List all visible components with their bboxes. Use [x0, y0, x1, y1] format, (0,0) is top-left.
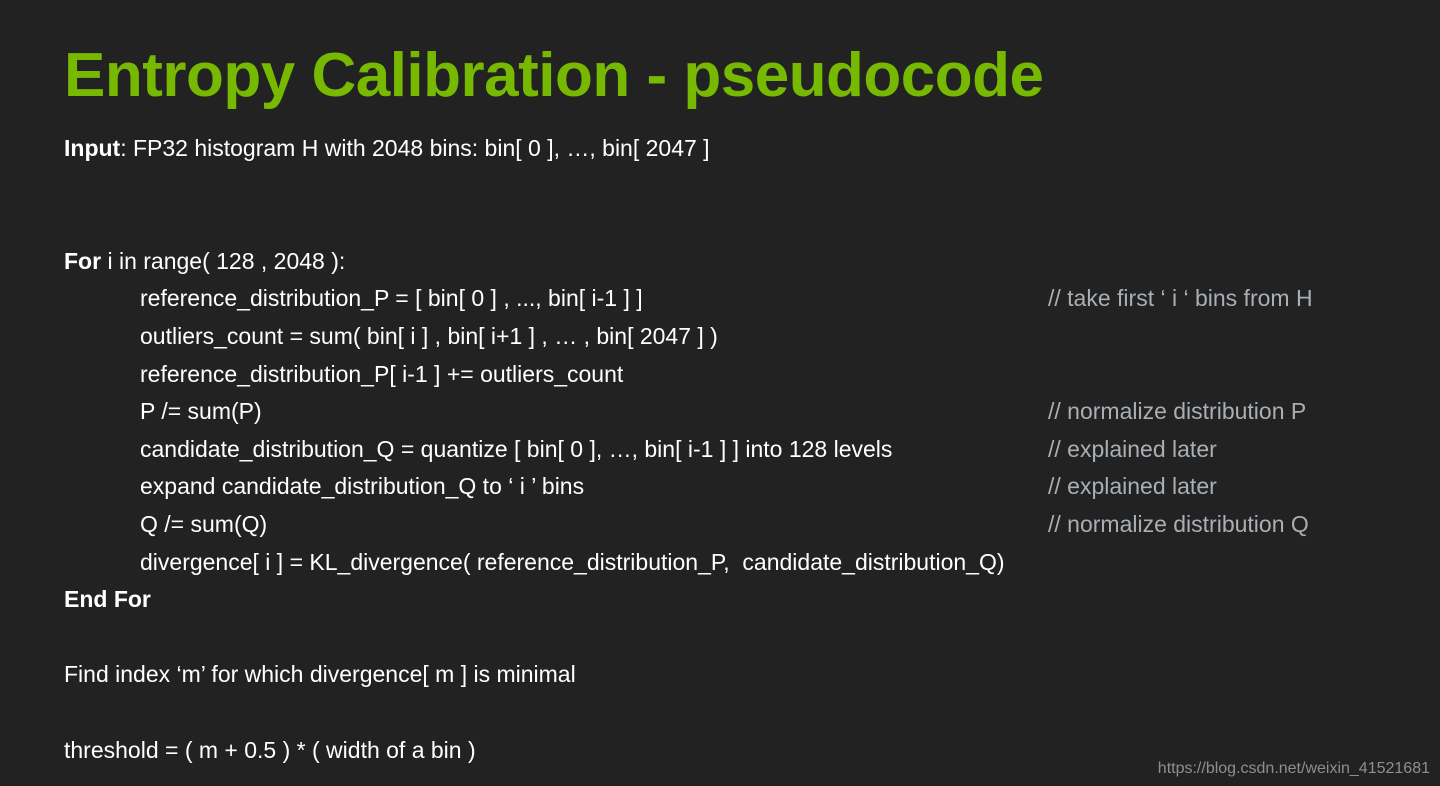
code-line-candidate-distribution-q-quantize: candidate_distribution_Q = quantize [ bi…	[64, 431, 1424, 469]
pseudocode-block: Input: FP32 histogram H with 2048 bins: …	[64, 130, 1424, 769]
page-title: Entropy Calibration - pseudocode	[64, 41, 1044, 110]
code-keyword: For	[64, 247, 102, 274]
code-line-text: P /= sum(P)	[140, 398, 262, 425]
code-line-blank-4	[64, 694, 1424, 732]
code-keyword: Input	[64, 135, 121, 161]
code-line-blank-1	[64, 168, 1424, 206]
code-line-outliers-count: outliers_count = sum( bin[ i ] , bin[ i+…	[64, 318, 1424, 356]
code-line-divergence-assign: divergence[ i ] = KL_divergence( referen…	[64, 544, 1424, 582]
code-line-text: reference_distribution_P[ i-1 ] += outli…	[140, 360, 624, 387]
code-line-text: expand candidate_distribution_Q to ‘ i ’…	[140, 473, 585, 500]
code-line-text: outliers_count = sum( bin[ i ] , bin[ i+…	[140, 322, 718, 349]
slide: Entropy Calibration - pseudocode Input: …	[0, 0, 1440, 786]
code-comment: // explained later	[1048, 435, 1217, 462]
code-line-expand-candidate-distribution-q: expand candidate_distribution_Q to ‘ i ’…	[64, 468, 1424, 506]
code-comment: // take first ‘ i ‘ bins from H	[1048, 285, 1313, 312]
code-line-reference-distribution-p-assign: reference_distribution_P = [ bin[ 0 ] , …	[64, 280, 1424, 318]
code-line-text: divergence[ i ] = KL_divergence( referen…	[140, 548, 1005, 575]
code-line-text: End For	[64, 581, 151, 619]
code-line-normalize-p: P /= sum(P) // normalize distribution P	[64, 393, 1424, 431]
code-line-blank-3	[64, 619, 1424, 657]
code-comment: // explained later	[1048, 473, 1217, 500]
code-line-find-index-m: Find index ‘m’ for which divergence[ m ]…	[64, 656, 1424, 694]
code-line-end-for: End For	[64, 581, 1424, 619]
code-line-input: Input: FP32 histogram H with 2048 bins: …	[64, 130, 1424, 168]
code-line-normalize-q: Q /= sum(Q) // normalize distribution Q	[64, 506, 1424, 544]
code-line-text: reference_distribution_P = [ bin[ 0 ] , …	[140, 285, 643, 312]
code-keyword: End For	[64, 586, 151, 613]
code-line-text: Input: FP32 histogram H with 2048 bins: …	[64, 135, 710, 161]
code-comment: // normalize distribution Q	[1048, 510, 1309, 537]
code-line-reference-distribution-p-add-outliers: reference_distribution_P[ i-1 ] += outli…	[64, 356, 1424, 394]
code-line-text: For i in range( 128 , 2048 ):	[64, 247, 346, 274]
code-line-text: candidate_distribution_Q = quantize [ bi…	[140, 435, 893, 462]
watermark: https://blog.csdn.net/weixin_41521681	[1157, 760, 1430, 777]
code-line-text: Q /= sum(Q)	[140, 510, 268, 537]
code-line-text: Find index ‘m’ for which divergence[ m ]…	[64, 661, 576, 688]
code-comment: // normalize distribution P	[1048, 398, 1307, 425]
code-line-blank-2	[64, 205, 1424, 243]
code-line-for-loop: For i in range( 128 , 2048 ):	[64, 243, 1424, 281]
code-line-text: threshold = ( m + 0.5 ) * ( width of a b…	[64, 736, 476, 763]
